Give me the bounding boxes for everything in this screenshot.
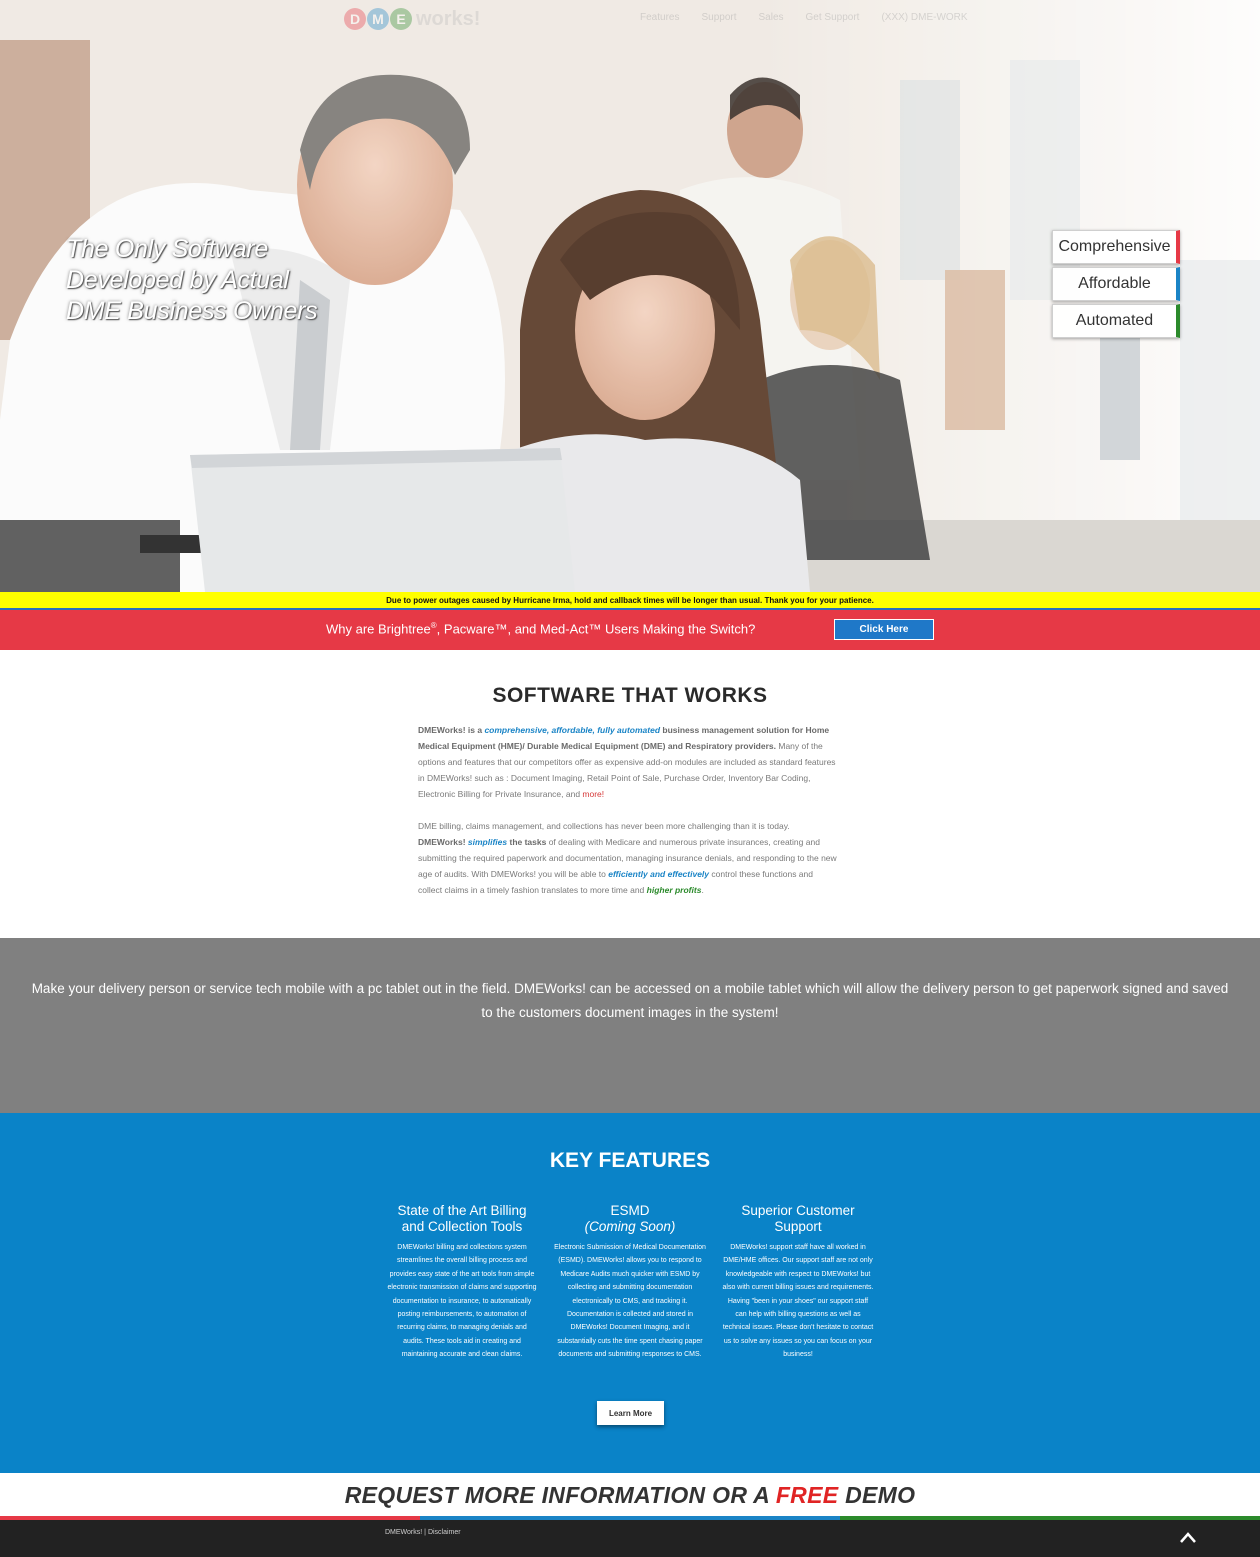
brand-intro: DMEWorks! is a <box>418 725 485 735</box>
mobile-tablet-text: Make your delivery person or service tec… <box>31 981 1229 1020</box>
feature-esmd: ESMD (Coming Soon) Electronic Submission … <box>554 1203 706 1362</box>
billing-intro: DME billing, claims management, and coll… <box>418 821 790 831</box>
tagline-line-2: Developed by Actual <box>66 266 289 294</box>
pill-comprehensive: Comprehensive <box>1052 230 1180 264</box>
pill-affordable: Affordable <box>1052 267 1180 301</box>
brand-name: DMEWorks! <box>418 837 468 847</box>
nav-link-features[interactable]: Features <box>640 12 679 23</box>
feature-billing-title: State of the Art Billing and Collection … <box>397 1203 527 1234</box>
top-navigation: D M E works! Features Support Sales Get … <box>0 0 1260 38</box>
request-heading-post: DEMO <box>838 1482 916 1508</box>
nav-links: Features Support Sales Get Support (XXX)… <box>640 12 968 23</box>
learn-more-button[interactable]: Learn More <box>597 1401 664 1425</box>
key-features-title: KEY FEATURES <box>549 1149 711 1172</box>
emphasis-features: comprehensive, affordable, fully automat… <box>484 725 661 735</box>
request-demo-heading[interactable]: REQUEST MORE INFORMATION OR A FREE DEMO <box>0 1482 1260 1509</box>
switch-question: Why are Brightree®, Pacware™, and Med-Ac… <box>326 621 755 636</box>
footer-brand-link[interactable]: DMEWorks! <box>385 1529 422 1536</box>
tagline-line-1: The Only Software <box>66 235 268 263</box>
pill-automated: Automated <box>1052 304 1180 338</box>
feature-support-text: DMEWorks! support staff have all worked … <box>722 1244 874 1359</box>
switch-question-part-2: , Pacware™, and Med-Act™ Users Making th… <box>436 621 756 637</box>
feature-support-title: Superior Customer Support <box>741 1203 855 1234</box>
tagline-line-3: DME Business Owners <box>66 297 318 325</box>
nav-link-sales[interactable]: Sales <box>759 12 784 23</box>
feature-esmd-name: ESMD <box>610 1203 650 1218</box>
software-paragraph-1: DMEWorks! is a comprehensive, affordable… <box>418 722 838 802</box>
nav-link-phone[interactable]: (XXX) DME-WORK <box>881 12 967 23</box>
footer-disclaimer-link[interactable]: Disclaimer <box>428 1529 461 1536</box>
software-paragraph-2: DME billing, claims management, and coll… <box>418 818 838 898</box>
chevron-up-icon[interactable] <box>1178 1529 1198 1545</box>
back-to-top-icon <box>1180 1532 1196 1543</box>
request-demo-section: REQUEST MORE INFORMATION OR A FREE DEMO <box>0 1473 1260 1518</box>
logo-wordmark: works! <box>416 7 481 30</box>
software-section-title: SOFTWARE THAT WORKS <box>492 684 768 707</box>
request-heading-pre: REQUEST MORE INFORMATION OR A <box>344 1482 776 1508</box>
feature-esmd-text: Electronic Submission of Medical Documen… <box>554 1244 706 1359</box>
switch-promo-bar: Why are Brightree®, Pacware™, and Med-Ac… <box>0 610 1260 650</box>
free-highlight: FREE <box>775 1482 839 1508</box>
nav-link-support[interactable]: Support <box>701 12 736 23</box>
closing-period: . <box>701 885 704 895</box>
site-footer: DMEWorks! | Disclaimer <box>0 1520 1260 1557</box>
footer-links: DMEWorks! | Disclaimer <box>385 1529 461 1536</box>
higher-profits-emphasis: higher profits <box>646 885 702 895</box>
site-logo[interactable]: D M E works! <box>344 6 480 32</box>
more-link[interactable]: more! <box>582 789 604 799</box>
logo-letter-d: D <box>344 8 366 30</box>
mobile-tablet-section: Make your delivery person or service tec… <box>0 938 1260 1113</box>
feature-billing: State of the Art Billing and Collection … <box>386 1203 538 1362</box>
nav-link-get-support[interactable]: Get Support <box>806 12 860 23</box>
simplifies-emphasis: simplifies <box>467 837 508 847</box>
feature-billing-text: DMEWorks! billing and collections system… <box>387 1244 537 1359</box>
software-description: DMEWorks! is a comprehensive, affordable… <box>418 722 838 914</box>
feature-esmd-subtitle: (Coming Soon) <box>584 1219 676 1234</box>
hero-tagline: The Only Software Developed by Actual DM… <box>66 234 366 327</box>
click-here-button[interactable]: Click Here <box>834 619 934 640</box>
value-pill-stack: Comprehensive Affordable Automated <box>1052 230 1180 341</box>
efficiently-emphasis: efficiently and effectively <box>608 869 710 879</box>
logo-letter-e: E <box>390 8 412 30</box>
feature-esmd-title: ESMD (Coming Soon) <box>554 1203 706 1235</box>
key-features-section: KEY FEATURES State of the Art Billing an… <box>0 1113 1260 1473</box>
tasks-bold: the tasks <box>507 837 547 847</box>
hero-banner: D M E works! Features Support Sales Get … <box>0 0 1260 592</box>
switch-question-part-1: Why are Brightree <box>326 621 431 637</box>
feature-support: Superior Customer Support DMEWorks! supp… <box>722 1203 874 1362</box>
hurricane-alert-bar: Due to power outages caused by Hurricane… <box>0 592 1260 610</box>
logo-letter-m: M <box>367 8 389 30</box>
